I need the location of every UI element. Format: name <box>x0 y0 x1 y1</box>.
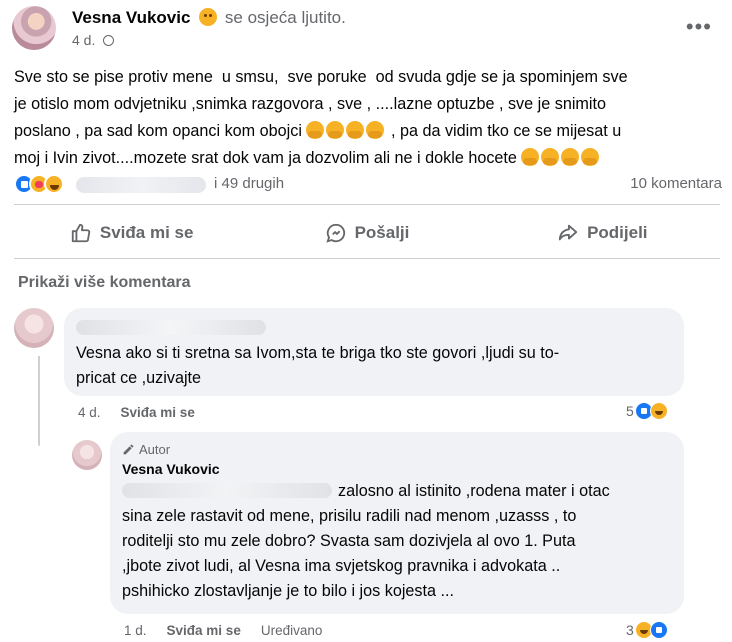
author-name[interactable]: Vesna Vukovic <box>72 8 190 27</box>
reply-like-button[interactable]: Sviđa mi se <box>167 623 241 638</box>
reply-author-avatar[interactable] <box>72 440 102 470</box>
share-arrow-icon <box>558 224 578 241</box>
thumbs-up-icon <box>71 223 91 243</box>
send-button[interactable]: Pošalji <box>249 210 484 256</box>
thread-line <box>38 356 40 446</box>
reply-author-name[interactable]: Vesna Vukovic <box>122 461 672 477</box>
like-reaction-icon <box>649 621 668 639</box>
hugging-emoji-icon <box>581 148 600 166</box>
hugging-emoji-icon <box>521 148 540 166</box>
comments-count[interactable]: 10 komentara <box>630 175 722 192</box>
post-line: , pa da vidim tko ce se mijesat u <box>390 122 622 140</box>
globe-icon <box>103 35 115 46</box>
blurred-commenter-name <box>76 320 266 335</box>
share-button[interactable]: Podijeli <box>485 210 720 256</box>
divider <box>14 258 720 259</box>
post-header: Vesna Vukovic se osjeća ljutito. 4 d. ••… <box>12 4 720 56</box>
post-line: moj i Ivin zivot....mozete srat dok vam … <box>14 149 517 167</box>
blurred-name <box>76 177 206 193</box>
like-button[interactable]: Sviđa mi se <box>14 210 249 256</box>
blurred-mention <box>122 483 332 498</box>
post-meta: 4 d. <box>72 32 115 48</box>
reply-meta: 1 d. Sviđa mi se Uređivano <box>124 623 322 638</box>
hugging-emoji-icon <box>326 121 345 139</box>
like-label: Sviđa mi se <box>99 223 194 242</box>
hugging-emoji-icon <box>561 148 580 166</box>
post-stats: i 49 drugih 10 komentara <box>14 172 722 198</box>
messenger-icon <box>325 223 345 243</box>
feeling-text: se osjeća ljutito. <box>224 8 346 27</box>
post-time[interactable]: 4 d. <box>72 32 95 48</box>
post-line: Sve sto se pise protiv mene u smsu, sve … <box>14 68 628 86</box>
author-badge-label: Autor <box>139 442 171 457</box>
action-bar: Sviđa mi se Pošalji Podijeli <box>14 210 720 256</box>
comment-text: Vesna ako si ti sretna sa Ivom,sta te br… <box>76 344 560 387</box>
author-avatar[interactable] <box>12 6 56 50</box>
hugging-emoji-icon <box>346 121 365 139</box>
hugging-emoji-icon <box>366 121 385 139</box>
hugging-emoji-icon <box>541 148 560 166</box>
post-line: je otislo mom odvjetniku ,snimka razgovo… <box>14 95 607 113</box>
comment-bubble: Vesna ako si ti sretna sa Ivom,sta te br… <box>64 308 684 396</box>
reply-text-rest: sina zele rastavit od mene, prisilu radi… <box>122 507 577 600</box>
reply-text: zalosno al istinito ,rodena mater i otac… <box>122 479 672 604</box>
reply-bubble: Autor Vesna Vukovic zalosno al istinito … <box>110 432 684 614</box>
comment-time[interactable]: 4 d. <box>78 405 101 420</box>
comment-reaction-count: 5 <box>626 403 634 419</box>
comment-meta: 4 d. Sviđa mi se <box>78 405 195 420</box>
commenter-avatar[interactable] <box>14 308 54 348</box>
reply-reaction-count: 3 <box>626 622 634 638</box>
pen-icon <box>123 444 134 455</box>
reaction-others[interactable]: i 49 drugih <box>214 175 284 192</box>
send-label: Pošalji <box>354 223 410 242</box>
comment-reactions[interactable]: 5 <box>626 402 668 420</box>
haha-reaction-icon[interactable] <box>44 174 64 194</box>
share-label: Podijeli <box>587 223 648 242</box>
more-options-button[interactable]: ••• <box>686 14 712 40</box>
hugging-emoji-icon <box>306 121 325 139</box>
divider <box>14 204 720 205</box>
post-text: Sve sto se pise protiv mene u smsu, sve … <box>14 64 720 172</box>
author-line: Vesna Vukovic se osjeća ljutito. <box>72 8 346 28</box>
author-badge: Autor <box>122 442 672 457</box>
angry-face-icon <box>199 8 218 26</box>
post-line: poslano , pa sad kom opanci kom obojci <box>14 122 302 140</box>
haha-reaction-icon <box>649 402 668 420</box>
reply-time[interactable]: 1 d. <box>124 623 147 638</box>
edited-label[interactable]: Uređivano <box>261 623 323 638</box>
show-more-comments-link[interactable]: Prikaži više komentara <box>18 274 191 292</box>
reply-text-first: zalosno al istinito ,rodena mater i otac <box>338 482 610 500</box>
reply-reactions[interactable]: 3 <box>626 621 668 639</box>
comment-like-button[interactable]: Sviđa mi se <box>121 405 195 420</box>
